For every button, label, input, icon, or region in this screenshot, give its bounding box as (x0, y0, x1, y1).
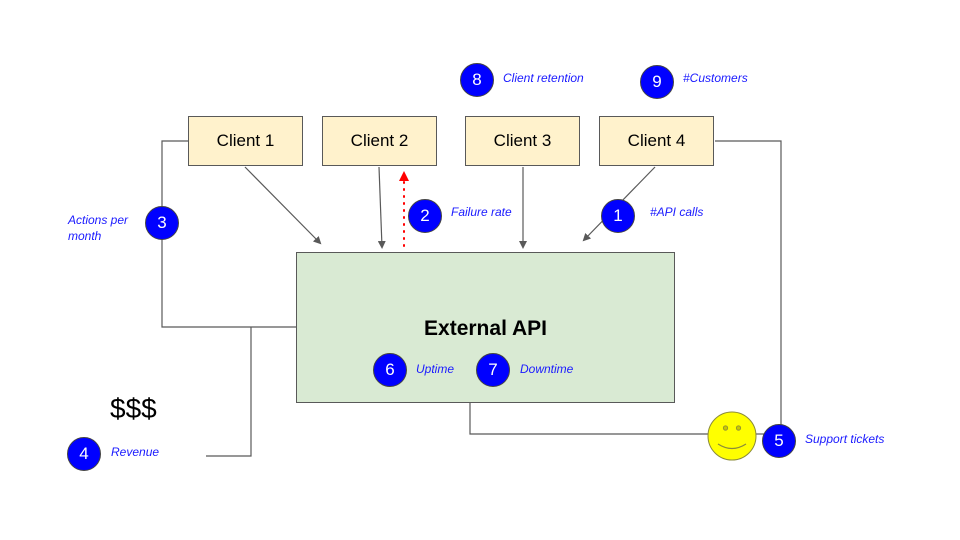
badge-number: 5 (774, 431, 784, 450)
metric-label-failure-rate: Failure rate (451, 205, 512, 219)
client-box-1: Client 1 (188, 116, 303, 166)
connector-revenue (206, 327, 252, 457)
client-label: Client 3 (493, 131, 552, 150)
badge-number: 1 (613, 206, 623, 225)
badge-number: 3 (157, 213, 167, 232)
metric-badge-4: 4 (67, 437, 101, 471)
badge-number: 8 (472, 70, 482, 89)
metric-label-support-tickets: Support tickets (805, 432, 885, 446)
badge-number: 2 (420, 206, 430, 225)
metric-label-client-retention: Client retention (503, 71, 584, 85)
metric-badge-7: 7 (476, 353, 510, 387)
connector-client1-to-api-left (161, 140, 296, 328)
client-box-3: Client 3 (465, 116, 580, 166)
metric-badge-8: 8 (460, 63, 494, 97)
badge-number: 9 (652, 72, 662, 91)
badge-number: 7 (488, 360, 498, 379)
client-label: Client 2 (350, 131, 409, 150)
client-box-4: Client 4 (599, 116, 714, 166)
metric-label-api-calls: #API calls (650, 205, 704, 219)
metric-label-customers: #Customers (683, 71, 748, 85)
metric-label-revenue: Revenue (111, 445, 160, 459)
metric-badge-6: 6 (373, 353, 407, 387)
arrow-client1-to-api (244, 166, 322, 245)
client-label: Client 1 (216, 131, 275, 150)
connector-client4-to-support (715, 140, 782, 430)
client-box-2: Client 2 (322, 116, 437, 166)
metric-badge-9: 9 (640, 65, 674, 99)
smiley-customer-icon (707, 411, 757, 461)
client-label: Client 4 (627, 131, 686, 150)
arrow-client2-to-api (377, 166, 386, 249)
metric-label-downtime: Downtime (520, 362, 574, 376)
metric-label-uptime: Uptime (416, 362, 455, 376)
badge-number: 6 (385, 360, 395, 379)
metric-badge-1: 1 (601, 199, 635, 233)
revenue-symbol: $$$ (110, 393, 157, 424)
metric-label-actions-per-month: Actions per month (68, 213, 129, 243)
external-api-label: External API (424, 317, 547, 340)
metric-badge-2: 2 (408, 199, 442, 233)
metric-badge-3: 3 (145, 206, 179, 240)
metric-badge-5: 5 (762, 424, 796, 458)
badge-number: 4 (79, 444, 89, 463)
